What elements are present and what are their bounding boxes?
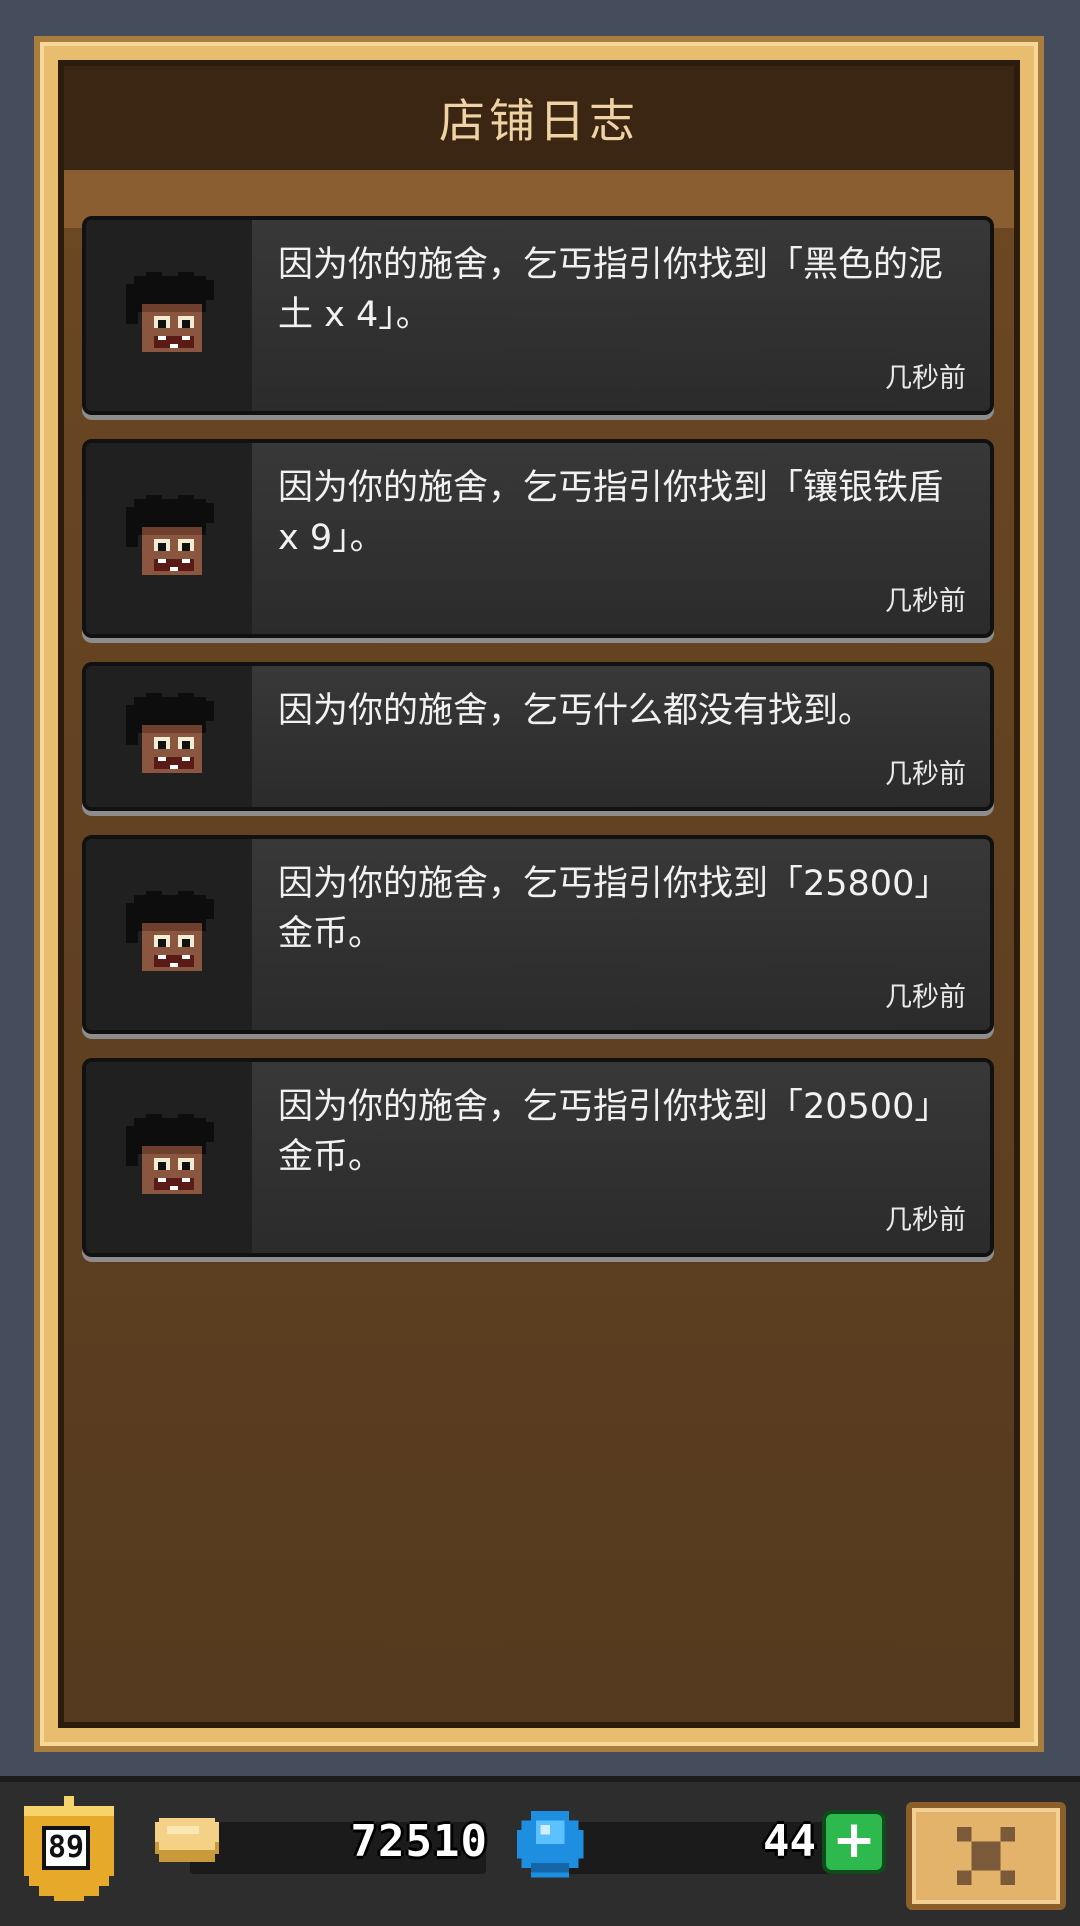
log-entry-content: 因为你的施舍，乞丐指引你找到「20500」金币。 几秒前 xyxy=(252,1062,990,1253)
portrait-area xyxy=(86,839,252,1030)
beggar-portrait-icon xyxy=(126,692,214,773)
log-message: 因为你的施舍，乞丐什么都没有找到。 xyxy=(278,691,874,731)
dialog-title: 店铺日志 xyxy=(439,94,639,148)
log-timestamp: 几秒前 xyxy=(885,1205,966,1236)
portrait-area xyxy=(86,443,252,634)
log-message: 因为你的施舍，乞丐指引你找到「镶银铁盾 x 9」。 xyxy=(278,468,944,558)
beggar-portrait-icon xyxy=(126,1113,214,1194)
portrait-area xyxy=(86,666,252,807)
resource-bar: 89 72510 44 + xyxy=(0,1776,1080,1926)
blue-gem-icon xyxy=(516,1810,584,1878)
log-entry-content: 因为你的施舍，乞丐什么都没有找到。 几秒前 xyxy=(252,666,990,807)
portrait-area xyxy=(86,1062,252,1253)
buy-gems-button[interactable]: + xyxy=(822,1810,886,1874)
gold-coin-icon xyxy=(155,1818,219,1862)
log-entry-content: 因为你的施舍，乞丐指引你找到「黑色的泥土 x 4」。 几秒前 xyxy=(252,220,990,411)
log-message: 因为你的施舍，乞丐指引你找到「黑色的泥土 x 4」。 xyxy=(278,245,944,335)
portrait-area xyxy=(86,220,252,411)
log-entry: 因为你的施舍，乞丐指引你找到「20500」金币。 几秒前 xyxy=(82,1058,994,1257)
gem-count: 44 xyxy=(763,1816,816,1867)
coin-count: 72510 xyxy=(350,1816,488,1867)
beggar-portrait-icon xyxy=(126,271,214,352)
close-x-icon xyxy=(957,1827,1015,1885)
log-entry-content: 因为你的施舍，乞丐指引你找到「25800」金币。 几秒前 xyxy=(252,839,990,1030)
log-message: 因为你的施舍，乞丐指引你找到「20500」金币。 xyxy=(278,1087,950,1177)
beggar-portrait-icon xyxy=(126,494,214,575)
beggar-portrait-icon xyxy=(126,890,214,971)
shop-log-dialog: 店铺日志 因为你的施舍，乞丐指引你找到「黑色的泥土 x 4」。 几秒前 因为你的… xyxy=(34,36,1044,1752)
log-entry: 因为你的施舍，乞丐指引你找到「镶银铁盾 x 9」。 几秒前 xyxy=(82,439,994,638)
log-message: 因为你的施舍，乞丐指引你找到「25800」金币。 xyxy=(278,864,950,954)
player-level-badge[interactable]: 89 xyxy=(14,1796,124,1906)
dialog-body: 店铺日志 因为你的施舍，乞丐指引你找到「黑色的泥土 x 4」。 几秒前 因为你的… xyxy=(58,60,1020,1728)
player-level: 89 xyxy=(42,1826,90,1870)
close-button[interactable] xyxy=(906,1802,1066,1910)
log-list[interactable]: 因为你的施舍，乞丐指引你找到「黑色的泥土 x 4」。 几秒前 因为你的施舍，乞丐… xyxy=(82,216,994,1281)
log-timestamp: 几秒前 xyxy=(885,759,966,790)
dialog-header: 店铺日志 xyxy=(64,66,1014,170)
log-entry: 因为你的施舍，乞丐指引你找到「黑色的泥土 x 4」。 几秒前 xyxy=(82,216,994,415)
log-entry: 因为你的施舍，乞丐什么都没有找到。 几秒前 xyxy=(82,662,994,811)
log-entry-content: 因为你的施舍，乞丐指引你找到「镶银铁盾 x 9」。 几秒前 xyxy=(252,443,990,634)
log-timestamp: 几秒前 xyxy=(885,586,966,617)
log-timestamp: 几秒前 xyxy=(885,982,966,1013)
log-entry: 因为你的施舍，乞丐指引你找到「25800」金币。 几秒前 xyxy=(82,835,994,1034)
log-timestamp: 几秒前 xyxy=(885,363,966,394)
plus-icon: + xyxy=(832,1810,876,1870)
